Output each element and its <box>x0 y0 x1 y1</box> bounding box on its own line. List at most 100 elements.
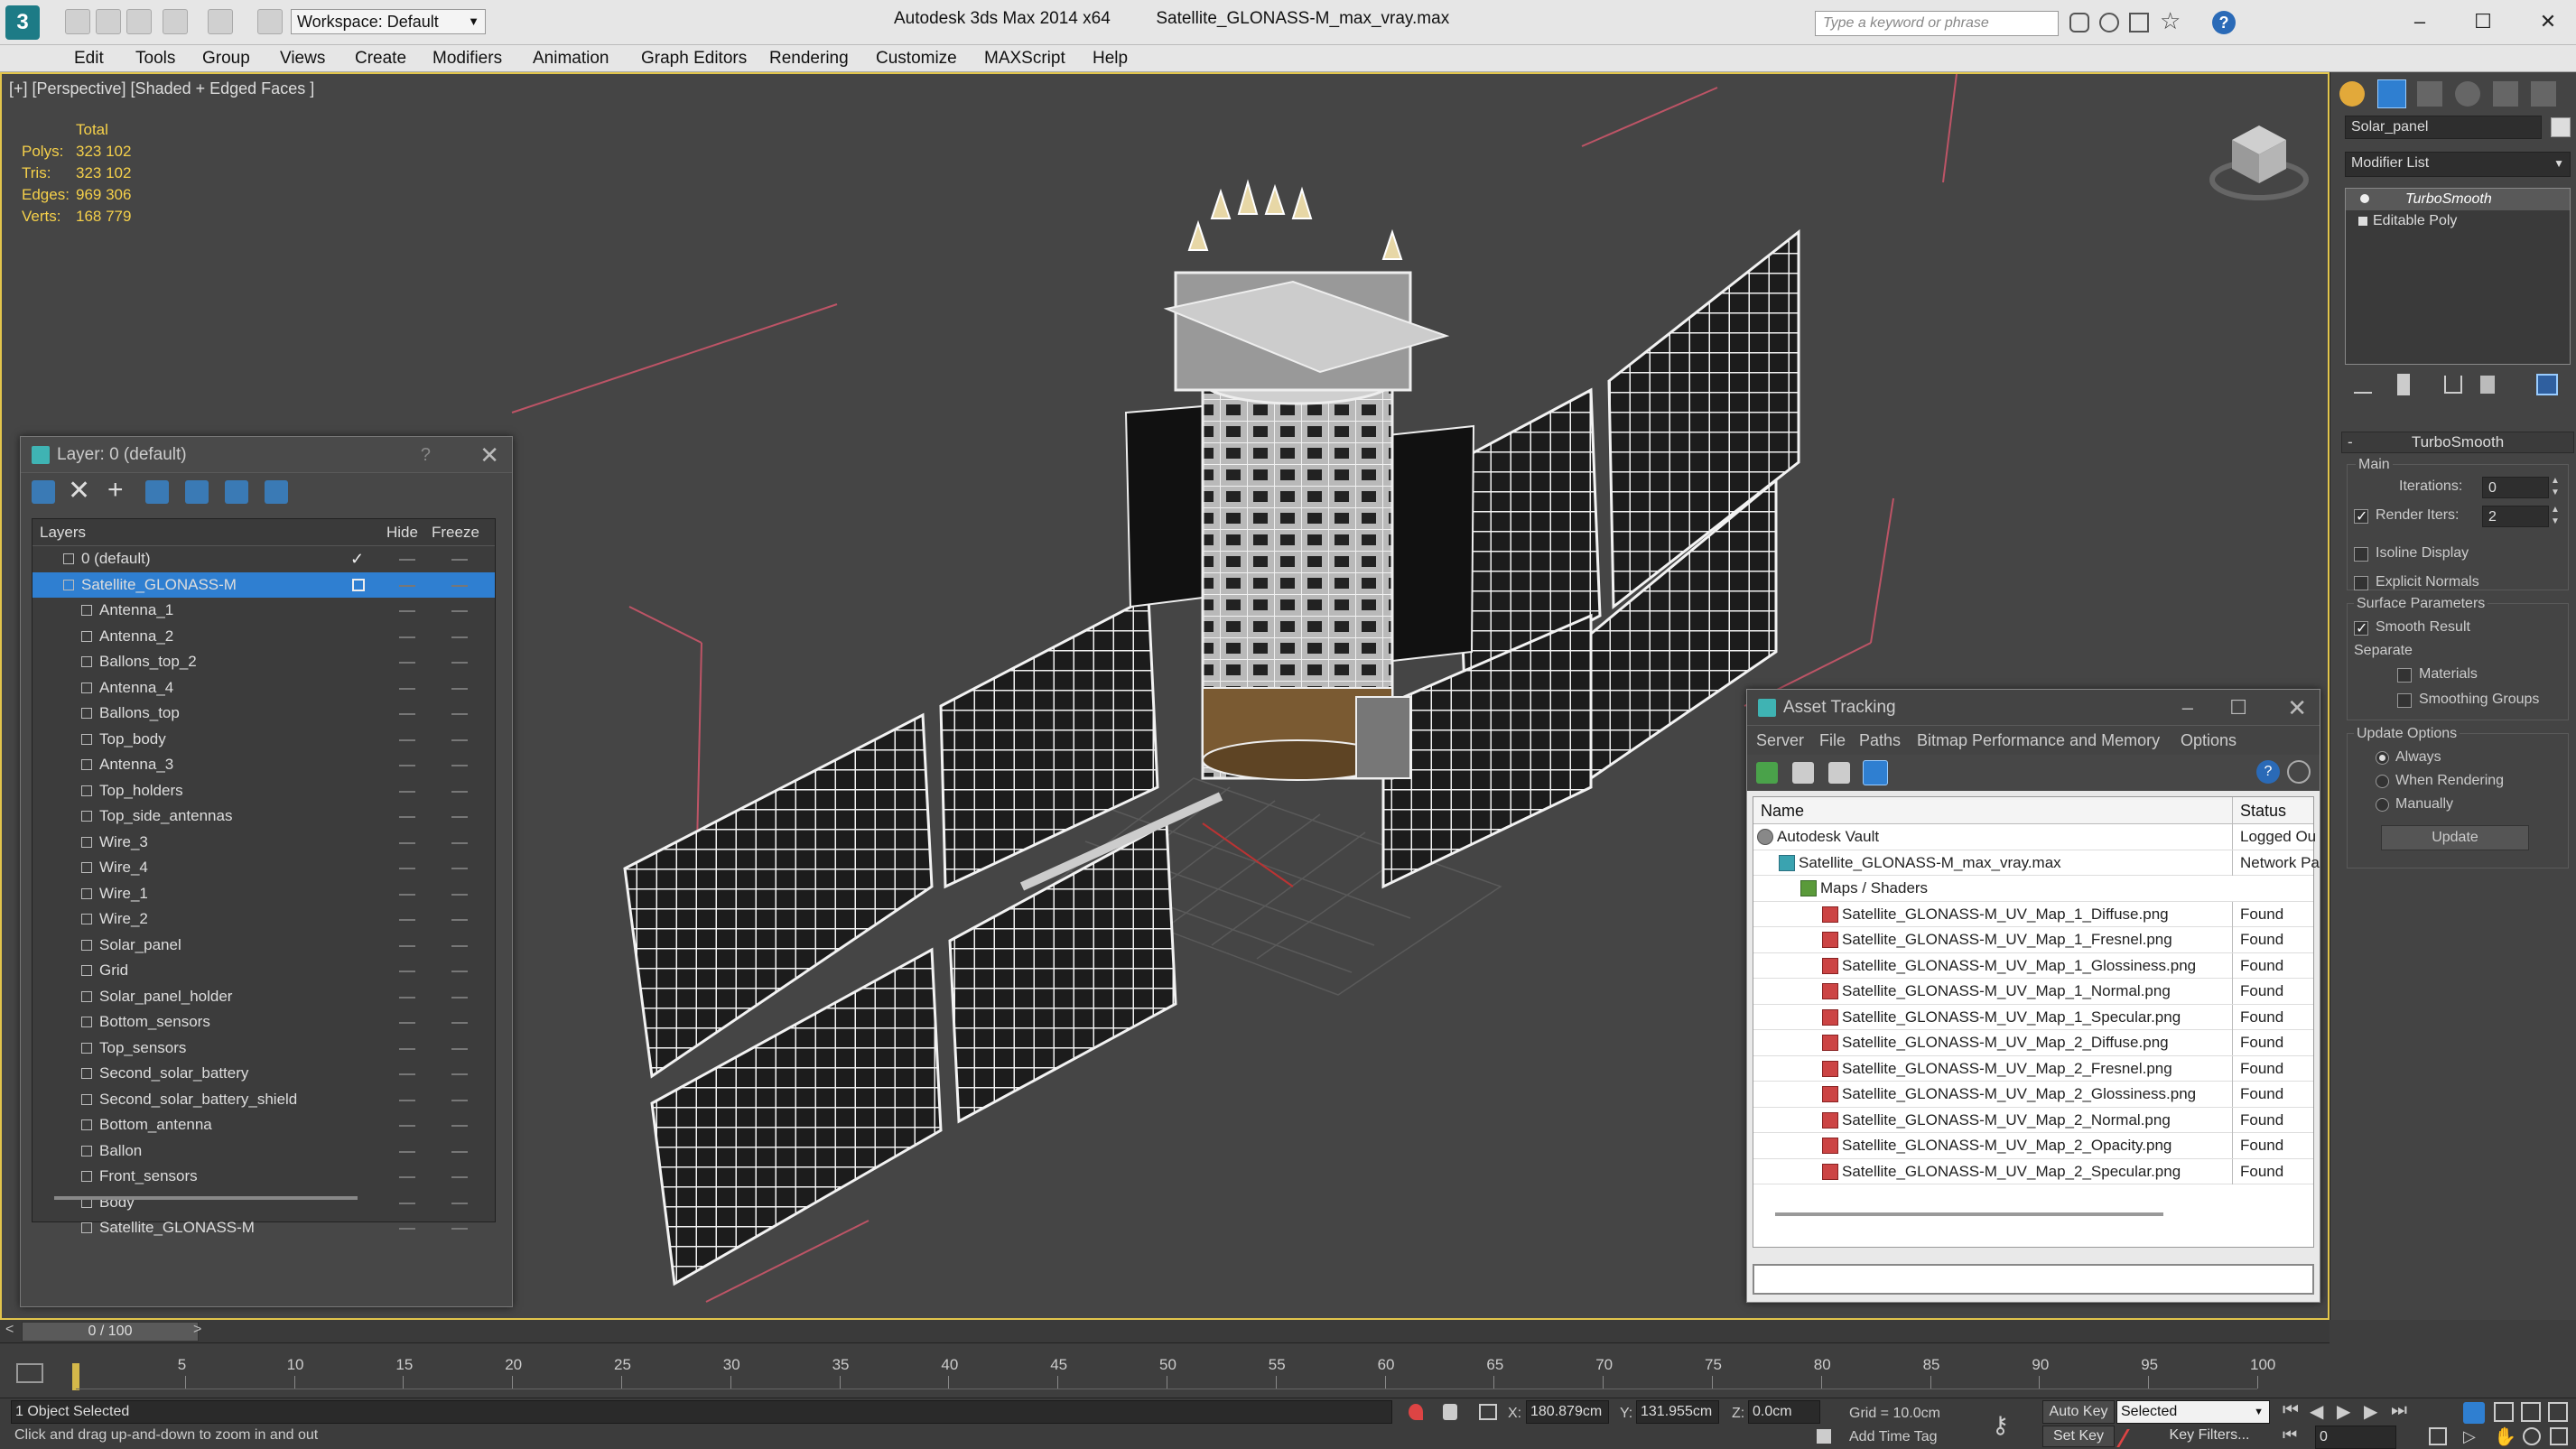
layer-row[interactable]: Solar_panel_holder <box>33 984 495 1010</box>
hide-toggle[interactable] <box>399 1047 415 1050</box>
redo-icon[interactable] <box>208 9 233 34</box>
table-view-icon[interactable] <box>1863 760 1888 785</box>
asset-row[interactable]: Satellite_GLONASS-M_UV_Map_2_Specular.pn… <box>1753 1158 2313 1184</box>
freeze-toggle[interactable] <box>451 944 468 947</box>
rollout-header[interactable]: - TurboSmooth <box>2341 432 2574 453</box>
hide-toggle[interactable] <box>399 1228 415 1230</box>
asset-path-field[interactable] <box>1753 1264 2314 1295</box>
modifier-list-dropdown[interactable]: Modifier List ▼ <box>2345 152 2571 177</box>
help-icon[interactable]: ? <box>2212 11 2236 34</box>
maximize-viewport-icon[interactable] <box>2550 1427 2568 1445</box>
track-bar[interactable]: 5 10 15 20 25 30 35 40 45 50 55 60 65 70 75 80 85 90 95 100 <box>0 1343 2330 1396</box>
add-time-tag[interactable]: Add Time Tag <box>1849 1429 1938 1445</box>
minimize-icon[interactable]: – <box>2404 7 2436 36</box>
key-filters-button[interactable]: Key Filters... <box>2149 1426 2270 1447</box>
thumbnail-view-icon[interactable] <box>1828 762 1850 784</box>
layer-panel-titlebar[interactable]: Layer: 0 (default) ? ✕ <box>21 437 512 473</box>
make-unique-icon[interactable] <box>2444 376 2462 394</box>
menu-animation[interactable]: Animation <box>533 45 609 72</box>
layer-table[interactable]: Layers Hide Freeze 0 (default) ✓ Satellite… <box>32 518 496 1236</box>
freeze-toggle[interactable] <box>451 559 468 561</box>
undo-icon[interactable] <box>163 9 188 34</box>
smooth-result-checkbox[interactable] <box>2354 619 2368 637</box>
freeze-toggle[interactable] <box>451 868 468 869</box>
display-tab-icon[interactable] <box>2493 81 2518 107</box>
set-key-icon[interactable] <box>2116 1429 2145 1447</box>
freeze-toggle[interactable] <box>451 1022 468 1024</box>
lock-selection-icon[interactable] <box>1443 1404 1457 1420</box>
layer-row[interactable]: Grid <box>33 958 495 984</box>
layer-row[interactable]: Wire_2 <box>33 906 495 933</box>
key-mode-dropdown[interactable]: Selected ▼ <box>2116 1400 2270 1424</box>
layer-row[interactable]: Top_side_antennas <box>33 803 495 830</box>
maximize-icon[interactable]: ☐ <box>2229 690 2247 726</box>
explicit-normals-checkbox[interactable] <box>2354 576 2368 590</box>
freeze-toggle[interactable] <box>451 636 468 638</box>
hide-toggle[interactable] <box>399 636 415 638</box>
create-layer-icon[interactable] <box>32 480 55 504</box>
configure-sets-icon[interactable] <box>2536 374 2558 395</box>
hierarchy-tab-icon[interactable] <box>2417 81 2442 107</box>
freeze-toggle[interactable] <box>451 713 468 715</box>
close-icon[interactable]: ✕ <box>2532 7 2564 36</box>
hide-toggle[interactable] <box>399 1150 415 1153</box>
freeze-toggle[interactable] <box>451 790 468 793</box>
update-button[interactable]: Update <box>2381 825 2529 850</box>
utilities-tab-icon[interactable] <box>2531 81 2556 107</box>
mini-curve-editor-icon[interactable] <box>16 1363 43 1383</box>
asset-table[interactable]: Name Status Autodesk Vault Logged Ou Satel… <box>1753 796 2320 1248</box>
freeze-toggle[interactable] <box>451 1228 468 1230</box>
asset-row[interactable]: Maps / Shaders <box>1753 876 2313 902</box>
freeze-toggle[interactable] <box>451 1176 468 1178</box>
maximize-icon[interactable]: ☐ <box>2467 7 2499 36</box>
favorites-star-icon[interactable]: ☆ <box>2160 7 2181 35</box>
asset-horizontal-scrollbar[interactable] <box>1775 1212 2163 1216</box>
asset-tracking-panel[interactable]: Asset Tracking – ☐ ✕ Server File Paths B… <box>1746 689 2320 1303</box>
layer-row[interactable]: Wire_1 <box>33 881 495 907</box>
asset-menu-paths[interactable]: Paths <box>1859 726 1901 755</box>
layer-row[interactable]: Antenna_3 <box>33 752 495 778</box>
hide-toggle[interactable] <box>399 1073 415 1075</box>
menu-edit[interactable]: Edit <box>74 45 104 72</box>
menu-group[interactable]: Group <box>202 45 250 72</box>
add-time-tag-icon[interactable] <box>1817 1429 1831 1444</box>
show-end-result-icon[interactable] <box>2397 374 2410 395</box>
menu-customize[interactable]: Customize <box>876 45 957 72</box>
asset-panel-titlebar[interactable]: Asset Tracking – ☐ ✕ <box>1747 690 2320 726</box>
time-slider-thumb[interactable]: 0 / 100 <box>22 1322 199 1342</box>
layer-row[interactable]: Top_holders <box>33 778 495 804</box>
menu-help[interactable]: Help <box>1093 45 1128 72</box>
freeze-toggle[interactable] <box>451 610 468 612</box>
layer-row[interactable]: Satellite_GLONASS-M <box>33 571 495 598</box>
asset-menu-options[interactable]: Options <box>2181 726 2237 755</box>
hide-toggle[interactable] <box>399 765 415 766</box>
hide-toggle[interactable] <box>399 790 415 793</box>
horizontal-scrollbar[interactable] <box>54 1196 358 1200</box>
freeze-toggle[interactable] <box>451 919 468 921</box>
asset-row[interactable]: Satellite_GLONASS-M_UV_Map_2_Glossiness.… <box>1753 1082 2313 1108</box>
play-icon[interactable]: ▶ <box>2337 1400 2350 1423</box>
hide-toggle[interactable] <box>399 971 415 972</box>
save-file-icon[interactable] <box>126 9 152 34</box>
freeze-toggle[interactable] <box>451 893 468 896</box>
spinner-arrows-icon[interactable]: ▲ ▼ <box>2551 475 2560 498</box>
list-view-icon[interactable] <box>1792 762 1814 784</box>
hide-toggle[interactable] <box>399 1099 415 1101</box>
freeze-toggle[interactable] <box>451 996 468 999</box>
layer-row[interactable]: Satellite_GLONASS-M <box>33 1215 495 1241</box>
refresh-icon[interactable] <box>1756 762 1778 784</box>
freeze-toggle[interactable] <box>451 971 468 972</box>
modifier-stack[interactable]: TurboSmooth Editable Poly <box>2345 188 2571 365</box>
hide-toggle[interactable] <box>399 713 415 715</box>
remove-modifier-icon[interactable] <box>2480 376 2495 394</box>
time-config-icon[interactable] <box>2429 1427 2447 1445</box>
freeze-all-icon[interactable] <box>265 480 288 504</box>
asset-row[interactable]: Satellite_GLONASS-M_UV_Map_2_Fresnel.png… <box>1753 1055 2313 1082</box>
layer-row[interactable]: Top_sensors <box>33 1036 495 1062</box>
app-logo-icon[interactable]: 3 <box>5 5 40 40</box>
asset-menu-server[interactable]: Server <box>1756 726 1804 755</box>
layer-row[interactable]: Bottom_sensors <box>33 1009 495 1036</box>
layer-row[interactable]: 0 (default) ✓ <box>33 546 495 572</box>
zoom-icon[interactable] <box>2463 1402 2485 1424</box>
close-icon[interactable]: ✕ <box>2287 690 2307 726</box>
